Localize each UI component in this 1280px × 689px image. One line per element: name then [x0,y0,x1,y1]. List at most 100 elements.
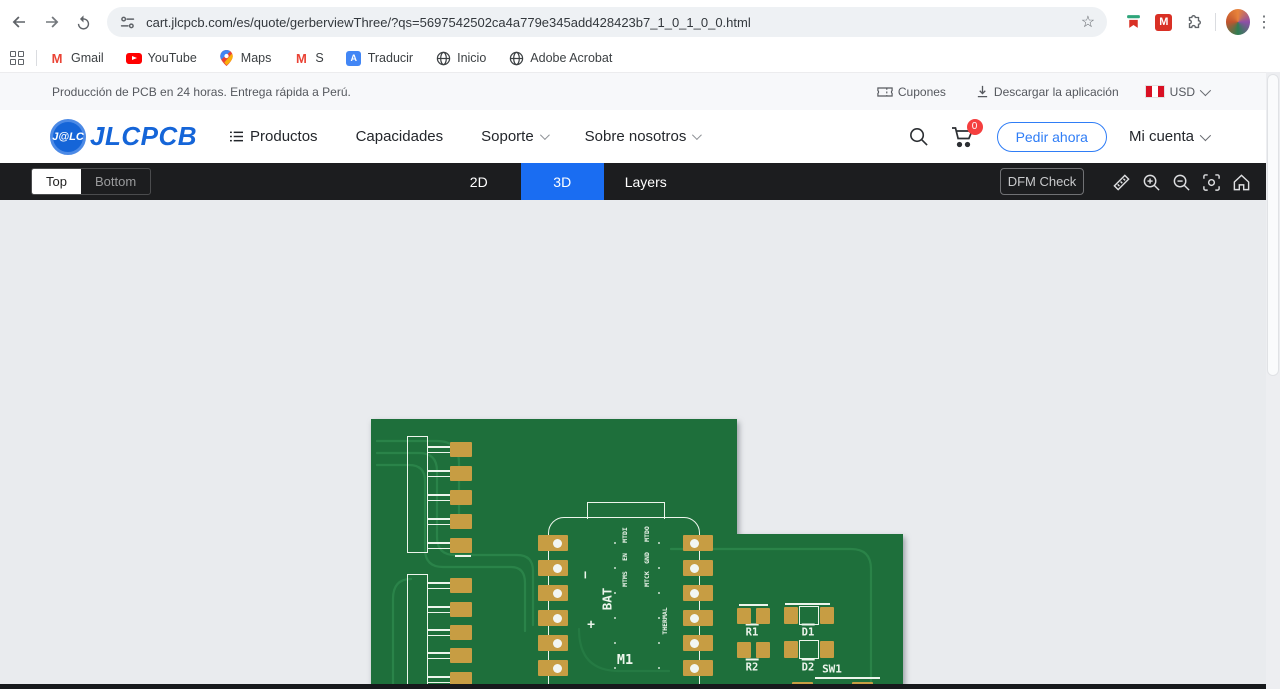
pcb-silk-outline [799,606,819,625]
pcb-pad [737,642,751,658]
pcb-silk-dot [614,567,616,569]
center-focus-icon[interactable] [1200,171,1222,193]
silk-label-d2: D2 [801,658,815,674]
footer-strip [0,684,1266,689]
bookmark-youtube[interactable]: YouTube [125,50,197,66]
pcb-silk-dot [658,617,660,619]
search-icon[interactable] [908,126,929,147]
pcb-silkscreen-layer: J3 J4 J1 J2 M1 BAT − + MTMS EN MTDI MTCK… [371,419,903,689]
nav-capacidades[interactable]: Capacidades [356,128,444,145]
site-settings-icon[interactable] [119,14,136,31]
silk-pin-en: EN [621,553,629,561]
pcb-silk-stub [428,475,450,478]
nav-sobre-nosotros[interactable]: Sobre nosotros [585,128,703,145]
silk-pin-mtdi: MTDI [621,527,629,543]
profile-avatar[interactable] [1225,9,1250,35]
pcb-silk-stub [428,587,450,590]
nav-productos[interactable]: Productos [229,128,318,145]
pcb-pad [784,641,798,658]
bookmark-maps[interactable]: Maps [219,50,271,66]
pcb-silk-dot [614,617,616,619]
download-app-link[interactable]: Descargar la aplicación [976,85,1119,99]
silk-label-bat: BAT [599,587,615,611]
pcb-pad-hole [552,588,562,598]
pcb-silk-stub [428,446,450,448]
pcb-silk-line [785,603,830,605]
site-header: J@LC JLCPCB Productos Capacidades Soport… [0,110,1266,163]
bookmark-gmail[interactable]: M Gmail [49,50,104,66]
bookmark-traducir[interactable]: A Traducir [346,50,413,66]
pcb-pad-hole [552,563,562,573]
home-icon[interactable] [1230,171,1252,193]
silk-pin-mtdo: MTDO [643,526,651,542]
apps-grid-icon[interactable] [10,51,24,65]
nav-soporte[interactable]: Soporte [481,128,550,145]
bookmark-s[interactable]: M S [293,50,324,66]
pcb-silk-stub [428,681,450,684]
pcb-pad [450,538,472,553]
pcb-silk-stub [428,657,450,660]
pcb-silk-outline [799,640,819,659]
pcb-silk-line [455,555,471,557]
pcb-pad [450,648,472,663]
logo-text: JLCPCB [90,121,198,151]
currency-selector[interactable]: USD [1144,84,1212,99]
tab-2d[interactable]: 2D [437,163,521,200]
url-bar[interactable]: cart.jlcpcb.com/es/quote/gerberviewThree… [107,7,1108,37]
tab-3d[interactable]: 3D [520,163,604,200]
view-tabs: 2D 3D Layers [437,163,688,200]
silk-label-r1: R1 [745,623,759,639]
bookmark-adobe-acrobat[interactable]: Adobe Acrobat [508,50,612,66]
tab-layers[interactable]: Layers [604,163,688,200]
silk-pin-thermal: THERMAL [661,607,669,635]
pcb-silk-dot [614,667,616,669]
browser-menu-icon[interactable]: ⋮ [1256,12,1272,32]
side-bottom-button[interactable]: Bottom [81,169,150,194]
pcb-silk-outline [407,436,428,553]
pcb-pad [756,608,770,624]
silk-label-bat-minus: − [578,571,594,579]
dfm-check-button[interactable]: DFM Check [1000,168,1084,195]
youtube-icon [125,50,142,66]
cart-button[interactable]: 0 [951,118,983,148]
url-text[interactable]: cart.jlcpcb.com/es/quote/gerberviewThree… [146,15,1081,30]
silk-label-r2: R2 [745,658,759,674]
maps-pin-icon [219,50,235,66]
coupons-link[interactable]: Cupones [877,85,946,99]
pcb-pad [450,514,472,529]
reload-icon[interactable] [71,8,97,36]
forward-icon[interactable] [38,8,64,36]
pcb-pad-hole [552,538,562,548]
back-icon[interactable] [6,8,32,36]
silk-label-sw1: SW1 [822,662,842,676]
download-icon [977,85,988,98]
pcb-pad-hole [689,538,699,548]
measure-ruler-icon[interactable] [1110,171,1132,193]
silk-pin-mtms: MTMS [621,571,629,587]
bookmark-inicio[interactable]: Inicio [435,50,486,66]
side-top-button[interactable]: Top [32,169,81,194]
bookmark-star-icon[interactable]: ☆ [1081,12,1095,32]
order-now-button[interactable]: Pedir ahora [996,121,1107,152]
bookmarks-bar: M Gmail YouTube Maps M S A Traducir Inic… [0,44,1280,72]
pcb-silk-stub [428,629,450,631]
pcb-silk-dot [658,642,660,644]
pcb-silk-line [739,604,768,606]
page-scrollbar-thumb[interactable] [1267,74,1279,376]
pcb-viewer-canvas[interactable]: J3 J4 J1 J2 M1 BAT − + MTMS EN MTDI MTCK… [0,200,1266,689]
extensions-puzzle-icon[interactable] [1182,9,1206,35]
account-menu[interactable]: Mi cuenta [1129,128,1212,145]
pcb-silk-dot [658,567,660,569]
pcb-pad [450,490,472,505]
pcb-silk-dot [658,667,660,669]
password-extension-icon[interactable]: M [1152,9,1176,35]
zoom-out-icon[interactable] [1170,171,1192,193]
bookmarks-separator [36,50,37,66]
pcb-pad-hole [689,638,699,648]
zoom-in-icon[interactable] [1140,171,1162,193]
layer-side-toggle: Top Bottom [31,168,152,195]
jlcpcb-logo[interactable]: J@LC JLCPCB [50,118,198,155]
pcb-pad [450,625,472,640]
pcb-silk-dot [614,592,616,594]
adblock-extension-icon[interactable] [1121,9,1145,35]
